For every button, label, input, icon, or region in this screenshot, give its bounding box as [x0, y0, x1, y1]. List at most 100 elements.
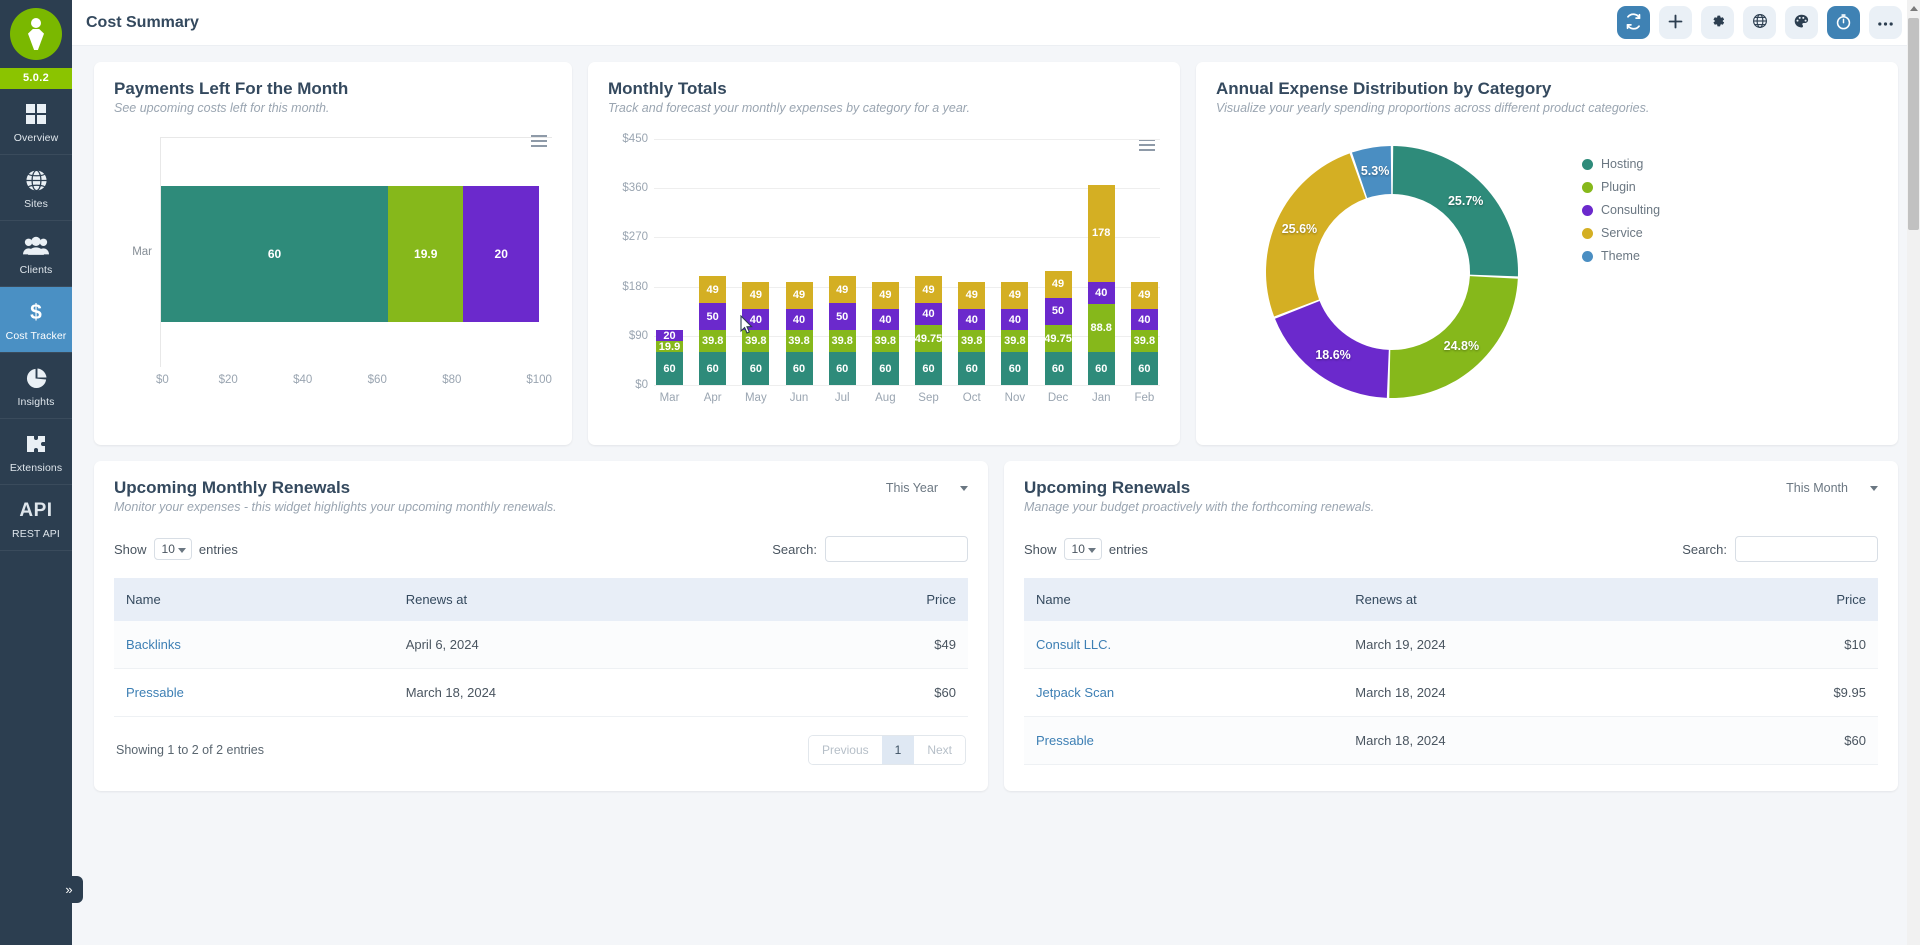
column-header-name[interactable]: Name — [114, 578, 394, 621]
column-segment-consulting[interactable]: 40 — [785, 308, 813, 331]
page-size-select[interactable]: 10 — [1063, 538, 1102, 560]
pagination-next[interactable]: Next — [914, 736, 965, 764]
column-segment-consulting[interactable]: 40 — [915, 303, 943, 326]
column-segment-consulting[interactable]: 40 — [1001, 308, 1029, 331]
column-segment-plugin[interactable]: 49.75 — [1044, 325, 1072, 353]
column-jan[interactable]: 178 40 88.8 60 — [1087, 184, 1115, 385]
donut-slice-hosting[interactable] — [1392, 145, 1518, 276]
column-segment-consulting[interactable]: 40 — [1130, 308, 1158, 331]
globe-button[interactable] — [1743, 6, 1776, 39]
scroll-up-arrow-icon[interactable] — [1910, 6, 1918, 11]
column-segment-plugin[interactable]: 39.8 — [828, 330, 856, 353]
sidebar-item-overview[interactable]: Overview — [0, 89, 72, 155]
sidebar-item-clients[interactable]: Clients — [0, 221, 72, 287]
column-segment-hosting[interactable]: 60 — [915, 352, 943, 385]
column-segment-consulting[interactable]: 20 — [656, 330, 683, 342]
column-segment-hosting[interactable]: 60 — [785, 352, 813, 385]
pagination-page-1[interactable]: 1 — [881, 736, 915, 764]
settings-button[interactable] — [1701, 6, 1734, 39]
row-name-link[interactable]: Pressable — [126, 685, 184, 700]
column-sep[interactable]: 49 40 49.75 60 — [915, 276, 942, 385]
search-input[interactable] — [1735, 536, 1878, 562]
column-segment-service[interactable]: 49 — [871, 281, 899, 309]
column-segment-consulting[interactable]: 50 — [1044, 297, 1072, 326]
search-input[interactable] — [825, 536, 968, 562]
column-jun[interactable]: 49 40 39.8 60 — [785, 281, 813, 385]
column-segment-consulting[interactable]: 50 — [699, 303, 727, 331]
column-segment-service[interactable]: 49 — [958, 281, 986, 309]
column-segment-hosting[interactable]: 60 — [1130, 352, 1158, 385]
column-segment-consulting[interactable]: 40 — [871, 308, 899, 331]
sidebar-item-extensions[interactable]: Extensions — [0, 419, 72, 485]
donut-slice-plugin[interactable] — [1389, 275, 1518, 398]
column-segment-service[interactable]: 178 — [1087, 184, 1115, 282]
legend-item-consulting[interactable]: Consulting — [1582, 203, 1660, 217]
column-segment-service[interactable]: 49 — [699, 276, 727, 304]
column-segment-consulting[interactable]: 50 — [828, 303, 856, 331]
period-select[interactable]: This Year — [886, 478, 968, 495]
column-segment-plugin[interactable]: 88.8 — [1087, 303, 1115, 353]
row-name-link[interactable]: Consult LLC. — [1036, 637, 1111, 652]
column-oct[interactable]: 49 40 39.8 60 — [958, 281, 986, 385]
legend-item-plugin[interactable]: Plugin — [1582, 180, 1660, 194]
theme-button[interactable] — [1785, 6, 1818, 39]
more-button[interactable] — [1869, 6, 1902, 39]
period-select[interactable]: This Month — [1786, 478, 1878, 495]
bar-segment-consulting[interactable]: 20 — [463, 186, 540, 322]
row-name-link[interactable]: Backlinks — [126, 637, 181, 652]
column-header-renews-at[interactable]: Renews at — [394, 578, 785, 621]
column-segment-service[interactable]: 49 — [1001, 281, 1029, 309]
refresh-button[interactable] — [1617, 6, 1650, 39]
column-segment-hosting[interactable]: 60 — [958, 352, 986, 385]
app-logo[interactable] — [0, 0, 72, 68]
column-header-price[interactable]: Price — [1701, 578, 1878, 621]
column-segment-plugin[interactable]: 39.8 — [871, 330, 899, 353]
column-nov[interactable]: 49 40 39.8 60 — [1001, 281, 1029, 385]
sidebar-collapse-toggle[interactable]: » — [55, 876, 83, 903]
timer-button[interactable] — [1827, 6, 1860, 39]
sidebar-item-sites[interactable]: Sites — [0, 155, 72, 221]
bar-segment-plugin[interactable]: 19.9 — [388, 186, 464, 322]
column-feb[interactable]: 49 40 39.8 60 — [1130, 281, 1158, 385]
bar-segment-hosting[interactable]: 60 — [161, 186, 389, 322]
page-scrollbar[interactable] — [1907, 0, 1920, 945]
column-segment-plugin[interactable]: 39.8 — [785, 330, 813, 353]
legend-item-theme[interactable]: Theme — [1582, 249, 1660, 263]
column-segment-service[interactable]: 49 — [785, 281, 813, 309]
column-segment-hosting[interactable]: 60 — [699, 352, 727, 385]
column-segment-service[interactable]: 49 — [1044, 270, 1072, 298]
column-mar[interactable]: 20 19.9 60 — [656, 330, 683, 385]
column-segment-plugin[interactable]: 19.9 — [656, 341, 683, 353]
column-segment-consulting[interactable]: 40 — [958, 308, 986, 331]
sidebar-item-rest-api[interactable]: API REST API — [0, 485, 72, 551]
column-header-name[interactable]: Name — [1024, 578, 1343, 621]
row-name-link[interactable]: Jetpack Scan — [1036, 685, 1114, 700]
column-aug[interactable]: 49 40 39.8 60 — [871, 281, 899, 385]
column-segment-plugin[interactable]: 39.8 — [1130, 330, 1158, 353]
column-segment-hosting[interactable]: 60 — [1044, 352, 1072, 385]
legend-item-hosting[interactable]: Hosting — [1582, 157, 1660, 171]
column-header-price[interactable]: Price — [785, 578, 968, 621]
column-header-renews-at[interactable]: Renews at — [1343, 578, 1701, 621]
column-segment-hosting[interactable]: 60 — [656, 352, 683, 385]
column-segment-service[interactable]: 49 — [828, 276, 856, 304]
column-segment-hosting[interactable]: 60 — [742, 352, 770, 385]
column-segment-service[interactable]: 49 — [742, 281, 770, 309]
scrollbar-thumb[interactable] — [1908, 18, 1919, 230]
legend-item-service[interactable]: Service — [1582, 226, 1660, 240]
page-size-select[interactable]: 10 — [153, 538, 192, 560]
add-button[interactable] — [1659, 6, 1692, 39]
pagination-previous[interactable]: Previous — [808, 736, 882, 764]
column-segment-plugin[interactable]: 39.8 — [1001, 330, 1029, 353]
column-segment-plugin[interactable]: 39.8 — [699, 330, 727, 353]
column-apr[interactable]: 49 50 39.8 60 — [699, 276, 727, 385]
column-segment-hosting[interactable]: 60 — [871, 352, 899, 385]
column-segment-consulting[interactable]: 40 — [1087, 281, 1115, 304]
column-segment-hosting[interactable]: 60 — [1001, 352, 1029, 385]
column-jul[interactable]: 49 50 39.8 60 — [828, 276, 856, 385]
column-segment-service[interactable]: 49 — [1130, 281, 1158, 309]
column-segment-plugin[interactable]: 49.75 — [915, 325, 942, 353]
column-segment-service[interactable]: 49 — [915, 276, 943, 304]
column-segment-hosting[interactable]: 60 — [1087, 352, 1115, 385]
column-segment-plugin[interactable]: 39.8 — [958, 330, 986, 353]
